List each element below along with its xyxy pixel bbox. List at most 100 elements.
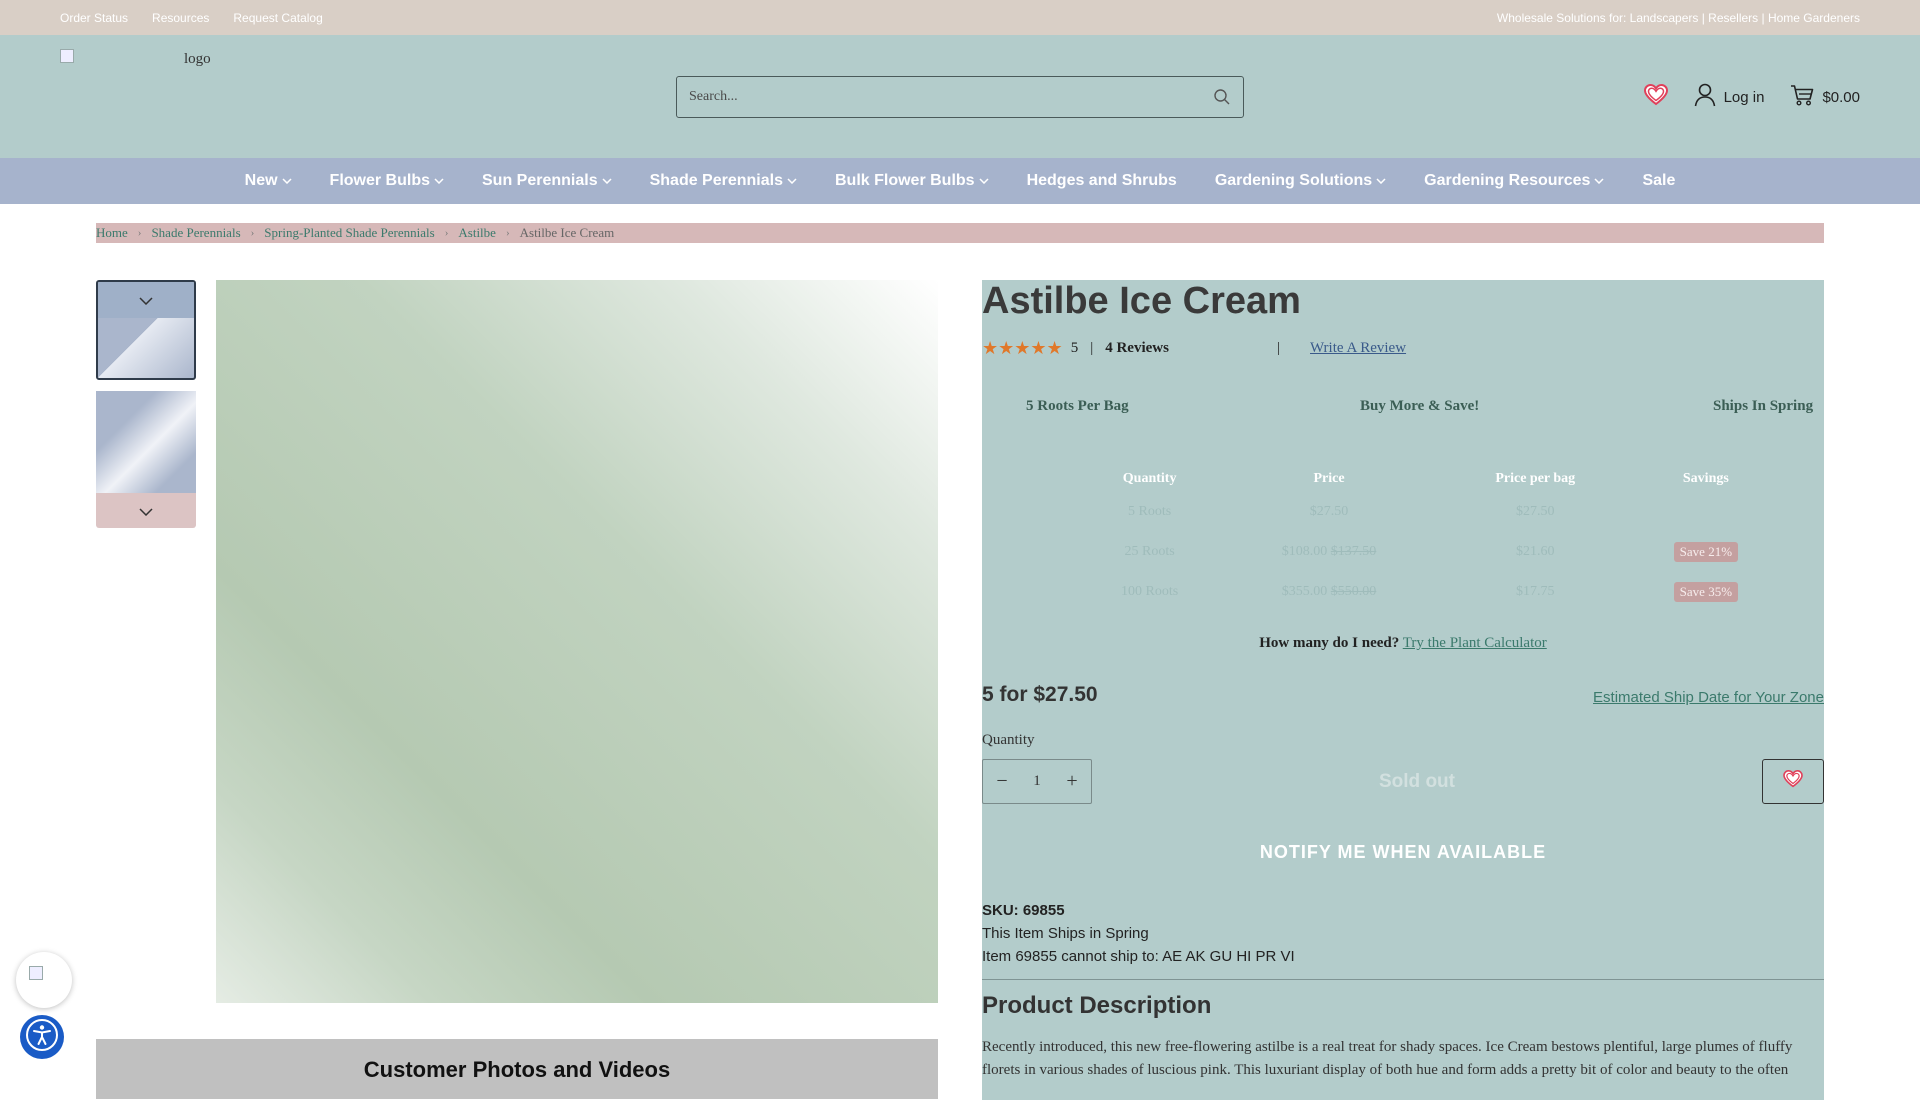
nav-label: Shade Perennials <box>649 172 783 189</box>
tier-quantity: 100 Roots <box>1121 584 1179 599</box>
write-review-link[interactable]: Write A Review <box>1310 340 1406 357</box>
ship-date-link[interactable]: Estimated Ship Date for Your Zone <box>1593 689 1824 706</box>
plant-calculator-prompt: How many do I need? Try the Plant Calcul… <box>982 635 1824 652</box>
chevron-down-icon <box>1376 176 1386 187</box>
description-title: Product Description <box>982 992 1212 1019</box>
sold-out-button[interactable]: Sold out <box>1182 759 1652 804</box>
nav-item-hedges-and-shrubs[interactable]: Hedges and Shrubs <box>1008 172 1196 190</box>
tier-original-price: $137.50 <box>1330 544 1377 559</box>
breadcrumb: Home › Shade Perennials › Spring-Planted… <box>96 223 1824 243</box>
nav-item-sun-perennials[interactable]: Sun Perennials <box>463 172 631 190</box>
column-header-price: Price <box>1313 471 1345 486</box>
resources-link[interactable]: Resources <box>152 11 209 25</box>
wholesale-text[interactable]: Wholesale Solutions for: Landscapers | R… <box>1497 11 1860 25</box>
nav-item-shade-perennials[interactable]: Shade Perennials <box>631 172 816 190</box>
plus-icon[interactable]: + <box>1065 770 1079 793</box>
chevron-down-icon <box>1594 176 1604 187</box>
divider: | <box>1277 340 1281 356</box>
add-to-wishlist-button[interactable] <box>1762 759 1824 804</box>
quantity-stepper: − 1 + <box>982 759 1092 804</box>
nav-label: Bulk Flower Bulbs <box>834 172 975 189</box>
chevron-right-icon: › <box>250 227 255 239</box>
nav-label: New <box>244 172 278 189</box>
column-header-savings: Savings <box>1682 471 1729 486</box>
shipping-restrictions: Item 69855 cannot ship to: AE AK GU HI P… <box>982 948 1295 965</box>
nav-item-sale[interactable]: Sale <box>1623 172 1694 190</box>
nav-item-gardening-solutions[interactable]: Gardening Solutions <box>1196 172 1405 190</box>
plant-calculator-link[interactable]: Try the Plant Calculator <box>1403 635 1547 651</box>
nav-label: Hedges and Shrubs <box>1026 172 1177 189</box>
main-nav: New Flower Bulbs Sun Perennials Shade Pe… <box>0 158 1920 204</box>
product-main-image[interactable] <box>216 280 938 1003</box>
accessibility-icon <box>25 1018 59 1057</box>
quantity-label: Quantity <box>982 732 1035 748</box>
customer-photos-section: Customer Photos and Videos <box>96 1039 938 1099</box>
table-row: 100 Roots $355.00 $550.00 $17.75 Save 35… <box>1082 572 1782 612</box>
reviews-count[interactable]: 4 Reviews <box>1105 340 1169 357</box>
nav-label: Gardening Solutions <box>1214 172 1373 189</box>
top-utility-bar: Order Status Resources Request Catalog W… <box>0 0 1920 35</box>
nav-label: Sun Perennials <box>482 172 598 189</box>
thumbnail-1[interactable] <box>96 280 196 380</box>
logo-alt-text: logo <box>184 51 211 67</box>
request-catalog-link[interactable]: Request Catalog <box>233 11 322 25</box>
tier-quantity: 5 Roots <box>1128 504 1172 519</box>
table-row: 5 Roots $27.50 $27.50 <box>1082 492 1782 532</box>
product-details: SKU: 69855 This Item Ships in Spring Ite… <box>982 899 1295 968</box>
chevron-right-icon: › <box>444 227 449 239</box>
breadcrumb-astilbe[interactable]: Astilbe <box>458 225 496 241</box>
breadcrumb-home[interactable]: Home <box>96 225 128 241</box>
chevron-right-icon: › <box>505 227 510 239</box>
chat-widget-button[interactable] <box>16 952 72 1008</box>
nav-item-flower-bulbs[interactable]: Flower Bulbs <box>311 172 463 190</box>
breadcrumb-spring-planted[interactable]: Spring-Planted Shade Perennials <box>264 225 434 241</box>
product-price: 5 for $27.50 <box>982 683 1098 706</box>
nav-label: Gardening Resources <box>1424 172 1591 189</box>
quantity-value[interactable]: 1 <box>1033 773 1041 790</box>
tier-pricing-table: Quantity Price Price per bag Savings 5 R… <box>1082 466 1782 612</box>
broken-image-icon <box>29 966 43 980</box>
sku-label: SKU: <box>982 902 1019 919</box>
tier-price: $355.00 $550.00 <box>1217 572 1441 612</box>
cart-icon <box>1790 84 1814 110</box>
scroll-down-button[interactable] <box>96 493 196 528</box>
heart-icon <box>1643 83 1668 110</box>
savings-badge: Save 35% <box>1673 582 1739 602</box>
tier-price-value: $27.50 <box>1309 504 1349 519</box>
header-actions: Log in $0.00 <box>1643 83 1860 111</box>
section-divider <box>982 979 1824 980</box>
nav-item-new[interactable]: New <box>226 172 311 190</box>
chevron-down-icon <box>787 176 797 187</box>
nav-item-bulk-flower-bulbs[interactable]: Bulk Flower Bulbs <box>816 172 1008 190</box>
rating-value: 5 <box>1070 340 1079 356</box>
heart-icon <box>1783 769 1803 793</box>
search-box[interactable] <box>676 76 1244 118</box>
product-description: Recently introduced, this new free-flowe… <box>982 1039 1793 1078</box>
tier-price: $27.50 <box>1217 492 1441 532</box>
site-logo[interactable]: logo <box>60 49 220 89</box>
chevron-right-icon: › <box>137 227 142 239</box>
tier-savings: Save 21% <box>1630 532 1782 572</box>
cart-link[interactable]: $0.00 <box>1790 84 1860 110</box>
cart-total: $0.00 <box>1822 88 1860 106</box>
minus-icon[interactable]: − <box>995 770 1009 793</box>
order-status-link[interactable]: Order Status <box>60 11 128 25</box>
chevron-down-icon <box>434 176 444 187</box>
accessibility-button[interactable] <box>20 1015 64 1059</box>
tier-price-value: $108.00 <box>1281 544 1328 559</box>
login-link[interactable]: Log in <box>1694 83 1764 111</box>
search-icon[interactable] <box>1213 88 1231 106</box>
nav-label: Sale <box>1642 172 1676 189</box>
star-rating-icon[interactable]: ★★★★★ <box>982 338 1063 359</box>
notify-me-button[interactable]: NOTIFY ME WHEN AVAILABLE <box>982 842 1824 863</box>
product-title: Astilbe Ice Cream <box>982 280 1301 322</box>
wishlist-link[interactable] <box>1643 83 1668 110</box>
nav-item-gardening-resources[interactable]: Gardening Resources <box>1405 172 1623 190</box>
breadcrumb-shade-perennials[interactable]: Shade Perennials <box>151 225 240 241</box>
customer-photos-title: Customer Photos and Videos <box>363 1057 671 1082</box>
chevron-down-icon <box>139 503 153 519</box>
search-input[interactable] <box>689 89 1213 105</box>
tier-savings: Save 35% <box>1630 572 1782 612</box>
thumbnail-2[interactable] <box>96 391 196 493</box>
scroll-up-button[interactable] <box>98 282 194 318</box>
